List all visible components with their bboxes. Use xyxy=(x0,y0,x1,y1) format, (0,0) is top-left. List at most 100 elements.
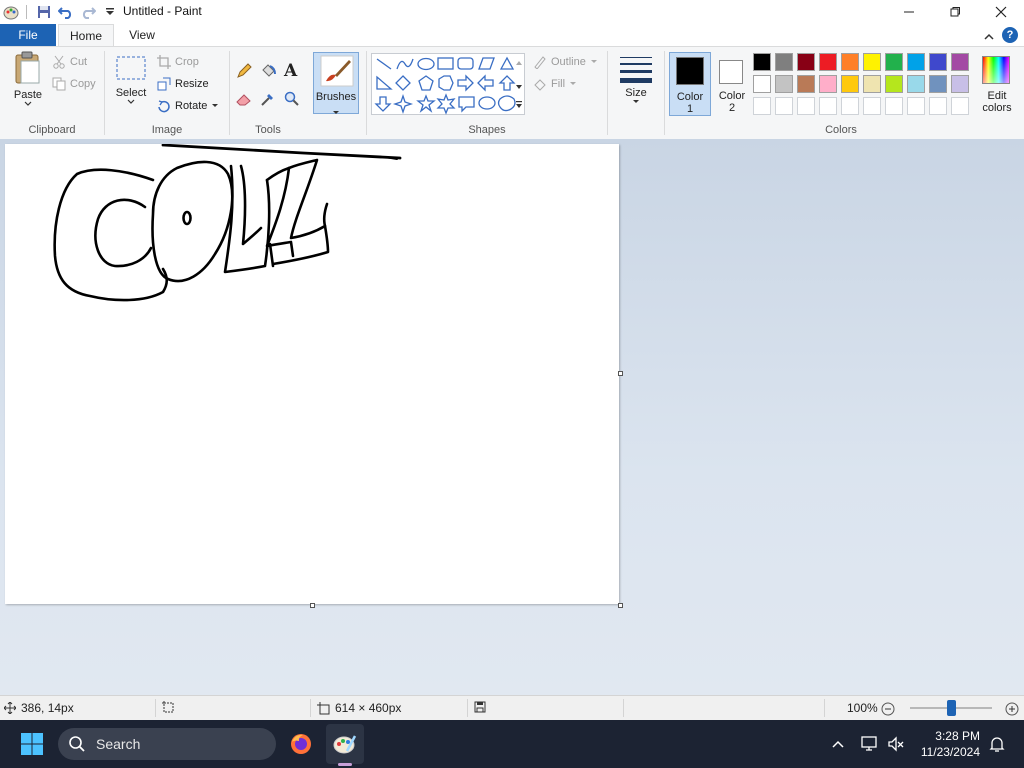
copy-button[interactable]: Copy xyxy=(52,77,96,91)
paste-button[interactable]: Paste xyxy=(8,51,48,107)
magnifier-tool[interactable] xyxy=(284,91,300,107)
palette-custom-slot[interactable] xyxy=(951,97,969,115)
network-tray-button[interactable] xyxy=(858,720,882,768)
resize-handle-corner[interactable] xyxy=(618,603,623,608)
tab-view[interactable]: View xyxy=(116,24,168,46)
palette-color-swatch[interactable] xyxy=(819,53,837,71)
zoom-level: 100% xyxy=(847,701,878,715)
shapes-scroll-up-icon[interactable] xyxy=(515,55,523,69)
fill-button[interactable]: Fill xyxy=(533,77,577,91)
zoom-out-icon xyxy=(881,702,895,716)
palette-custom-slot[interactable] xyxy=(841,97,859,115)
crop-button[interactable]: Crop xyxy=(157,55,199,69)
disk-icon xyxy=(474,701,486,713)
size-button[interactable]: Size xyxy=(616,51,656,105)
palette-color-swatch[interactable] xyxy=(907,75,925,93)
tab-home[interactable]: Home xyxy=(58,24,114,47)
save-icon[interactable] xyxy=(33,2,55,22)
paint-palette-icon xyxy=(333,735,357,754)
redo-icon[interactable] xyxy=(77,2,99,22)
zoom-slider-thumb[interactable] xyxy=(947,700,956,716)
palette-color-swatch[interactable] xyxy=(753,53,771,71)
maximize-button[interactable] xyxy=(932,0,978,24)
collapse-ribbon-icon[interactable] xyxy=(984,30,994,44)
edit-colors-button[interactable]: Edit colors xyxy=(975,52,1019,116)
color1-button[interactable]: Color 1 xyxy=(669,52,711,116)
volume-tray-button[interactable] xyxy=(884,720,908,768)
palette-color-swatch[interactable] xyxy=(929,53,947,71)
palette-custom-slot[interactable] xyxy=(863,97,881,115)
crop-icon xyxy=(157,55,171,69)
color-spectrum-icon xyxy=(982,56,1010,84)
paste-label: Paste xyxy=(13,89,43,101)
system-clock[interactable]: 3:28 PM 11/23/2024 xyxy=(921,728,980,760)
palette-custom-slot[interactable] xyxy=(929,97,947,115)
palette-color-swatch[interactable] xyxy=(863,53,881,71)
zoom-out-button[interactable] xyxy=(881,702,895,716)
palette-custom-slot[interactable] xyxy=(797,97,815,115)
palette-color-swatch[interactable] xyxy=(775,75,793,93)
colors-group-label: Colors xyxy=(825,124,857,136)
tab-file[interactable]: File xyxy=(0,24,56,46)
palette-custom-slot[interactable] xyxy=(753,97,771,115)
paint-app-icon[interactable] xyxy=(0,2,22,22)
resize-button[interactable]: Resize xyxy=(157,77,209,91)
palette-color-swatch[interactable] xyxy=(907,53,925,71)
palette-custom-slot[interactable] xyxy=(907,97,925,115)
shapes-expand-icon[interactable] xyxy=(515,99,523,113)
chevron-down-icon xyxy=(570,82,577,85)
status-separator xyxy=(310,699,311,717)
paint-taskbar-button[interactable] xyxy=(326,724,364,766)
chevron-down-icon xyxy=(633,100,639,103)
palette-color-swatch[interactable] xyxy=(885,53,903,71)
undo-icon[interactable] xyxy=(55,2,77,22)
zoom-in-button[interactable] xyxy=(1005,702,1019,716)
palette-color-swatch[interactable] xyxy=(863,75,881,93)
select-button[interactable]: Select xyxy=(111,51,151,105)
fill-tool[interactable] xyxy=(260,63,276,79)
palette-custom-slot[interactable] xyxy=(775,97,793,115)
shapes-group-label: Shapes xyxy=(468,124,506,136)
bell-icon xyxy=(989,737,1005,752)
palette-color-swatch[interactable] xyxy=(775,53,793,71)
palette-color-swatch[interactable] xyxy=(797,75,815,93)
edit-colors-label-2: colors xyxy=(982,102,1012,114)
show-hidden-icons-button[interactable] xyxy=(828,720,848,768)
pencil-tool[interactable] xyxy=(236,63,252,79)
cut-button[interactable]: Cut xyxy=(52,55,87,69)
color-picker-tool[interactable] xyxy=(260,91,276,107)
fill-icon xyxy=(534,79,546,91)
shapes-scroll-down-icon[interactable] xyxy=(515,79,523,93)
eraser-tool[interactable] xyxy=(236,91,252,107)
outline-button[interactable]: Outline xyxy=(533,55,598,69)
notifications-button[interactable] xyxy=(986,720,1008,768)
palette-color-swatch[interactable] xyxy=(951,53,969,71)
palette-color-swatch[interactable] xyxy=(885,75,903,93)
customize-qat-icon[interactable] xyxy=(99,2,121,22)
palette-color-swatch[interactable] xyxy=(929,75,947,93)
minimize-button[interactable] xyxy=(886,0,932,24)
palette-color-swatch[interactable] xyxy=(819,75,837,93)
size-label: Size xyxy=(625,87,647,99)
qat-separator xyxy=(26,5,27,19)
palette-custom-slot[interactable] xyxy=(819,97,837,115)
resize-handle-right[interactable] xyxy=(618,371,623,376)
color2-button[interactable]: Color 2 xyxy=(713,52,751,116)
palette-color-swatch[interactable] xyxy=(797,53,815,71)
palette-color-swatch[interactable] xyxy=(841,53,859,71)
palette-color-swatch[interactable] xyxy=(951,75,969,93)
text-tool[interactable]: A xyxy=(284,61,297,81)
start-button[interactable] xyxy=(14,720,50,768)
palette-color-swatch[interactable] xyxy=(753,75,771,93)
firefox-taskbar-button[interactable] xyxy=(284,720,318,768)
help-icon[interactable]: ? xyxy=(1002,27,1018,43)
palette-custom-slot[interactable] xyxy=(885,97,903,115)
rotate-button[interactable]: Rotate xyxy=(157,99,219,113)
brushes-button[interactable]: Brushes xyxy=(313,52,359,114)
resize-handle-bottom[interactable] xyxy=(310,603,315,608)
close-button[interactable] xyxy=(978,0,1024,24)
drawing-canvas[interactable] xyxy=(5,143,619,604)
palette-color-swatch[interactable] xyxy=(841,75,859,93)
taskbar-search[interactable]: Search xyxy=(58,728,276,760)
eyedropper-icon xyxy=(261,94,273,106)
